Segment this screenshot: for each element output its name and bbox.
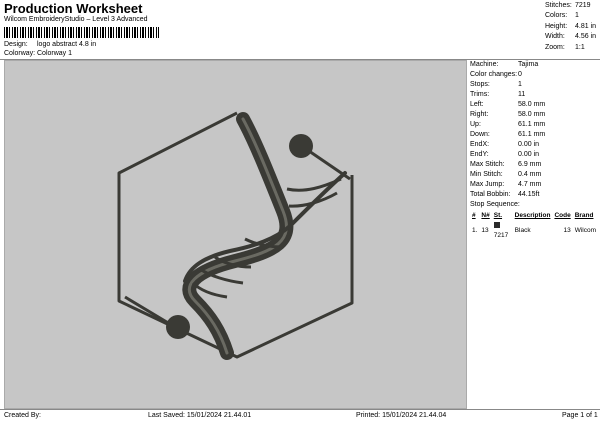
max-stitch-value: 6.9 mm	[518, 161, 542, 168]
down-label: Down:	[470, 131, 490, 138]
design-preview[interactable]	[4, 60, 467, 409]
up-label: Up:	[470, 121, 481, 128]
stops-value: 1	[518, 81, 522, 88]
colorway-row: Colorway: Colorway 1	[4, 50, 72, 57]
zoom-value: 1:1	[575, 43, 585, 51]
col-header-code: Code	[554, 212, 571, 219]
worksheet-title: Production Worksheet	[4, 1, 143, 16]
total-bobbin-value: 44.15ft	[518, 191, 540, 198]
machine-row: Machine: Tajima	[470, 60, 598, 70]
width-value: 4.56 in	[575, 33, 597, 41]
stop-table-header: # N# St. Description Code Brand	[470, 211, 598, 221]
thread-color-swatch	[493, 222, 500, 229]
up-value: 61.1 mm	[518, 121, 546, 128]
endy-row: EndY: 0.00 in	[470, 150, 598, 160]
col-header-num: #	[472, 212, 476, 219]
table-row[interactable]: 1. 13 7217 Black 13 Wilcom	[470, 221, 598, 241]
width-row: Width: 4.56 in	[545, 32, 596, 42]
stitches-row: Stitches: 7219	[545, 1, 596, 11]
endx-label: EndX:	[470, 141, 490, 148]
row-description: Black	[514, 227, 531, 234]
row-brand: Wilcom	[574, 227, 596, 234]
colors-label: Colors:	[545, 12, 568, 20]
max-jump-label: Max Jump:	[470, 181, 505, 188]
down-row: Down: 61.1 mm	[470, 130, 598, 140]
colorway-value: Colorway 1	[37, 50, 73, 57]
colorway-label: Colorway:	[4, 50, 36, 57]
top-dot	[289, 134, 313, 158]
hexagon-outline	[117, 111, 354, 359]
design-row: Design: logo abstract 4.8 in	[4, 41, 96, 48]
trims-label: Trims:	[470, 91, 490, 98]
zoom-label: Zoom:	[545, 43, 565, 51]
color-changes-value: 0	[518, 71, 522, 78]
design-label: Design:	[4, 41, 28, 48]
bottom-dot	[166, 315, 190, 339]
bottom-dot-line	[124, 295, 171, 326]
design-info-panel: Machine: Tajima Color changes:0 Stops: 1 T…	[470, 60, 598, 241]
colors-row: Colors: 1	[545, 11, 596, 21]
row-needle: 13	[481, 227, 489, 234]
zoom-row: Zoom: 1:1	[545, 43, 596, 53]
right-label: Right:	[470, 111, 489, 118]
barcode	[4, 27, 159, 38]
col-header-stitches: St.	[493, 212, 503, 219]
left-label: Left:	[470, 101, 484, 108]
endx-value: 0.00 in	[518, 141, 540, 148]
endx-row: EndX: 0.00 in	[470, 140, 598, 150]
stop-sequence-title: Stop Sequence:	[470, 201, 520, 208]
width-label: Width:	[545, 33, 565, 41]
left-value: 58.0 mm	[518, 101, 546, 108]
right-row: Right: 58.0 mm	[470, 110, 598, 120]
stops-row: Stops: 1	[470, 80, 598, 90]
min-stitch-value: 0.4 mm	[518, 171, 542, 178]
max-stitch-label: Max Stitch:	[470, 161, 505, 168]
stop-sequence-table: # N# St. Description Code Brand 1. 13 72…	[470, 211, 598, 241]
min-stitch-label: Min Stitch:	[470, 171, 503, 178]
helix-rung-2	[288, 191, 338, 208]
color-changes-label: Color changes:	[470, 71, 518, 78]
min-stitch-row: Min Stitch: 0.4 mm	[470, 170, 598, 180]
trims-row: Trims: 11	[470, 90, 598, 100]
max-jump-value: 4.7 mm	[518, 181, 542, 188]
right-value: 58.0 mm	[518, 111, 546, 118]
machine-label: Machine:	[470, 61, 499, 68]
colors-value: 1	[575, 12, 579, 20]
row-stitches: 7217	[493, 232, 509, 239]
endy-value: 0.00 in	[518, 151, 540, 158]
printed-date: Printed: 15/01/2024 21.44.04	[356, 412, 447, 419]
row-num: 1.	[472, 227, 478, 234]
embroidery-design	[117, 111, 354, 360]
row-code: 13	[563, 227, 571, 234]
col-header-description: Description	[514, 212, 551, 219]
height-row: Height: 4.81 in	[545, 22, 596, 32]
page-number: Page 1 of 1	[562, 412, 598, 419]
last-saved: Last Saved: 15/01/2024 21.44.01	[148, 412, 252, 419]
stops-label: Stops:	[470, 81, 490, 88]
total-bobbin-label: Total Bobbin:	[470, 191, 511, 198]
trims-value: 11	[518, 91, 526, 98]
height-value: 4.81 in	[575, 22, 597, 30]
header-stats: Stitches: 7219 Colors: 1 Height: 4.81 in Wi…	[545, 1, 596, 53]
software-subtitle: Wilcom EmbroideryStudio – Level 3 Advanc…	[4, 16, 148, 23]
col-header-brand: Brand	[574, 212, 594, 219]
down-value: 61.1 mm	[518, 131, 546, 138]
max-stitch-row: Max Stitch: 6.9 mm	[470, 160, 598, 170]
max-jump-row: Max Jump: 4.7 mm	[470, 180, 598, 190]
up-row: Up: 61.1 mm	[470, 120, 598, 130]
footer-divider	[0, 409, 600, 410]
machine-value: Tajima	[518, 61, 539, 68]
design-value: logo abstract 4.8 in	[37, 41, 97, 48]
left-row: Left: 58.0 mm	[470, 100, 598, 110]
total-bobbin-row: Total Bobbin: 44.15ft	[470, 190, 598, 200]
endy-label: EndY:	[470, 151, 489, 158]
stitches-label: Stitches:	[545, 2, 572, 9]
color-changes-row: Color changes:0	[470, 70, 598, 80]
col-header-needle: N#	[481, 212, 490, 219]
created-by: Created By:	[4, 412, 41, 419]
stitches-value: 7219	[575, 2, 591, 9]
height-label: Height:	[545, 22, 568, 30]
row-stitches-cell: 7217	[492, 221, 513, 241]
